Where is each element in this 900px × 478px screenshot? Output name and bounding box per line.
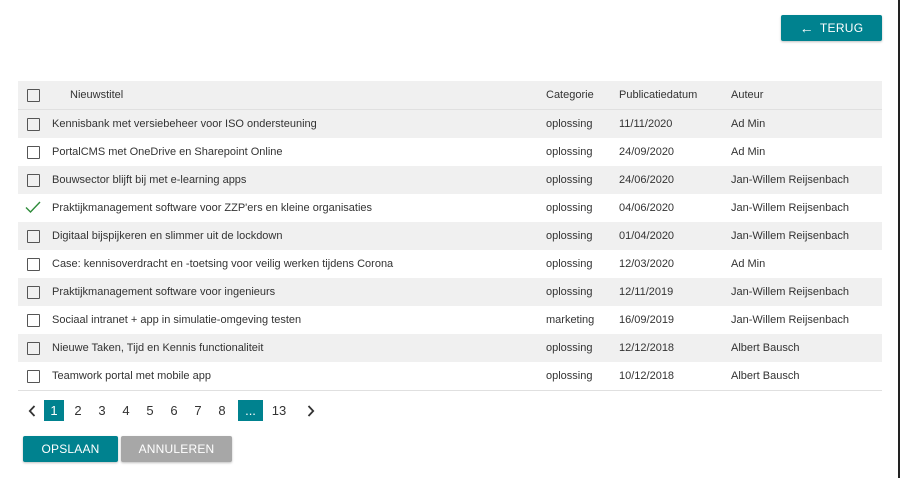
cell-author: Jan-Willem Reijsenbach xyxy=(731,166,882,194)
cell-date: 04/06/2020 xyxy=(619,194,731,222)
column-header-category[interactable]: Categorie xyxy=(546,81,619,110)
pagination: 1 2 3 4 5 6 7 8 ... 13 xyxy=(22,400,321,421)
column-header-author[interactable]: Auteur xyxy=(731,81,882,110)
page-link[interactable]: 7 xyxy=(186,400,210,421)
cell-date: 10/12/2018 xyxy=(619,362,731,391)
page-link[interactable]: 6 xyxy=(162,400,186,421)
page-link[interactable]: 8 xyxy=(210,400,234,421)
cell-title: Praktijkmanagement software voor ZZP'ers… xyxy=(52,194,546,222)
cell-category: oplossing xyxy=(546,138,619,166)
cell-date: 12/11/2019 xyxy=(619,278,731,306)
page-link-last[interactable]: 13 xyxy=(267,400,291,421)
news-table: Nieuwstitel Categorie Publicatiedatum Au… xyxy=(18,81,882,391)
back-button-label: TERUG xyxy=(819,21,864,35)
cell-date: 12/03/2020 xyxy=(619,250,731,278)
page-current[interactable]: 1 xyxy=(44,400,64,421)
cell-category: oplossing xyxy=(546,362,619,391)
row-checkbox[interactable] xyxy=(26,229,40,243)
cell-title: Praktijkmanagement software voor ingenie… xyxy=(52,278,546,306)
table-row[interactable]: Teamwork portal met mobile app oplossing 1… xyxy=(18,362,882,391)
row-select-cell xyxy=(18,334,52,362)
table-body: Kennisbank met versiebeheer voor ISO ond… xyxy=(18,109,882,391)
row-checkbox[interactable] xyxy=(26,313,40,327)
cell-category: marketing xyxy=(546,306,619,334)
column-header-date[interactable]: Publicatiedatum xyxy=(619,81,731,110)
cell-author: Jan-Willem Reijsenbach xyxy=(731,194,882,222)
cell-title: Nieuwe Taken, Tijd en Kennis functionali… xyxy=(52,334,546,362)
row-checkbox[interactable] xyxy=(26,117,40,131)
row-checkbox[interactable] xyxy=(26,369,40,383)
chevron-left-icon[interactable] xyxy=(22,400,42,421)
table-row[interactable]: PortalCMS met OneDrive en Sharepoint Onl… xyxy=(18,138,882,166)
save-button[interactable]: OPSLAAN xyxy=(23,436,118,462)
table-row[interactable]: Case: kennisoverdracht en -toetsing voor… xyxy=(18,250,882,278)
cell-title: Kennisbank met versiebeheer voor ISO ond… xyxy=(52,109,546,138)
cell-category: oplossing xyxy=(546,109,619,138)
row-select-cell xyxy=(18,250,52,278)
cell-author: Ad Min xyxy=(731,109,882,138)
table-row[interactable]: Sociaal intranet + app in simulatie-omge… xyxy=(18,306,882,334)
cell-category: oplossing xyxy=(546,166,619,194)
cell-author: Ad Min xyxy=(731,138,882,166)
row-select-cell xyxy=(18,138,52,166)
table-row[interactable]: Bouwsector blijft bij met e-learning app… xyxy=(18,166,882,194)
cell-title: Digitaal bijspijkeren en slimmer uit de … xyxy=(52,222,546,250)
cell-date: 24/09/2020 xyxy=(619,138,731,166)
page-link[interactable]: 5 xyxy=(138,400,162,421)
row-select-cell xyxy=(18,306,52,334)
column-header-title[interactable]: Nieuwstitel xyxy=(52,81,546,110)
cell-date: 24/06/2020 xyxy=(619,166,731,194)
cell-title: Bouwsector blijft bij met e-learning app… xyxy=(52,166,546,194)
row-checkbox[interactable] xyxy=(26,341,40,355)
cell-date: 12/12/2018 xyxy=(619,334,731,362)
cell-date: 11/11/2020 xyxy=(619,109,731,138)
row-select-cell xyxy=(18,222,52,250)
cell-author: Jan-Willem Reijsenbach xyxy=(731,222,882,250)
table-header-row: Nieuwstitel Categorie Publicatiedatum Au… xyxy=(18,81,882,110)
cell-author: Jan-Willem Reijsenbach xyxy=(731,306,882,334)
page-link[interactable]: 4 xyxy=(114,400,138,421)
row-checkbox[interactable] xyxy=(26,285,40,299)
page-link[interactable]: 3 xyxy=(90,400,114,421)
cancel-button[interactable]: ANNULEREN xyxy=(121,436,232,462)
select-all-checkbox[interactable] xyxy=(26,88,40,102)
row-select-cell xyxy=(18,109,52,138)
table-row[interactable]: Kennisbank met versiebeheer voor ISO ond… xyxy=(18,109,882,138)
cell-title: Case: kennisoverdracht en -toetsing voor… xyxy=(52,250,546,278)
table-row[interactable]: Nieuwe Taken, Tijd en Kennis functionali… xyxy=(18,334,882,362)
cell-category: oplossing xyxy=(546,222,619,250)
table-row[interactable]: Praktijkmanagement software voor ingenie… xyxy=(18,278,882,306)
cell-author: Jan-Willem Reijsenbach xyxy=(731,278,882,306)
row-select-cell xyxy=(18,362,52,391)
cell-title: Teamwork portal met mobile app xyxy=(52,362,546,391)
cell-category: oplossing xyxy=(546,250,619,278)
cell-date: 16/09/2019 xyxy=(619,306,731,334)
table-row[interactable]: Digitaal bijspijkeren en slimmer uit de … xyxy=(18,222,882,250)
cell-title: PortalCMS met OneDrive en Sharepoint Onl… xyxy=(52,138,546,166)
cell-title: Sociaal intranet + app in simulatie-omge… xyxy=(52,306,546,334)
row-checkbox[interactable] xyxy=(26,257,40,271)
chevron-right-icon[interactable] xyxy=(301,400,321,421)
checkmark-icon[interactable] xyxy=(25,201,41,216)
cell-category: oplossing xyxy=(546,334,619,362)
table-row[interactable]: Praktijkmanagement software voor ZZP'ers… xyxy=(18,194,882,222)
back-button[interactable]: ← TERUG xyxy=(781,15,882,41)
cell-category: oplossing xyxy=(546,278,619,306)
row-select-cell xyxy=(18,278,52,306)
page-ellipsis[interactable]: ... xyxy=(238,400,263,421)
cell-date: 01/04/2020 xyxy=(619,222,731,250)
row-checkbox[interactable] xyxy=(26,173,40,187)
cell-author: Ad Min xyxy=(731,250,882,278)
cell-category: oplossing xyxy=(546,194,619,222)
arrow-left-icon: ← xyxy=(799,20,814,36)
page-link[interactable]: 2 xyxy=(66,400,90,421)
row-select-cell xyxy=(18,194,52,222)
cell-author: Albert Bausch xyxy=(731,362,882,391)
cell-author: Albert Bausch xyxy=(731,334,882,362)
row-checkbox[interactable] xyxy=(26,145,40,159)
row-select-cell xyxy=(18,166,52,194)
select-all-cell xyxy=(18,81,52,110)
